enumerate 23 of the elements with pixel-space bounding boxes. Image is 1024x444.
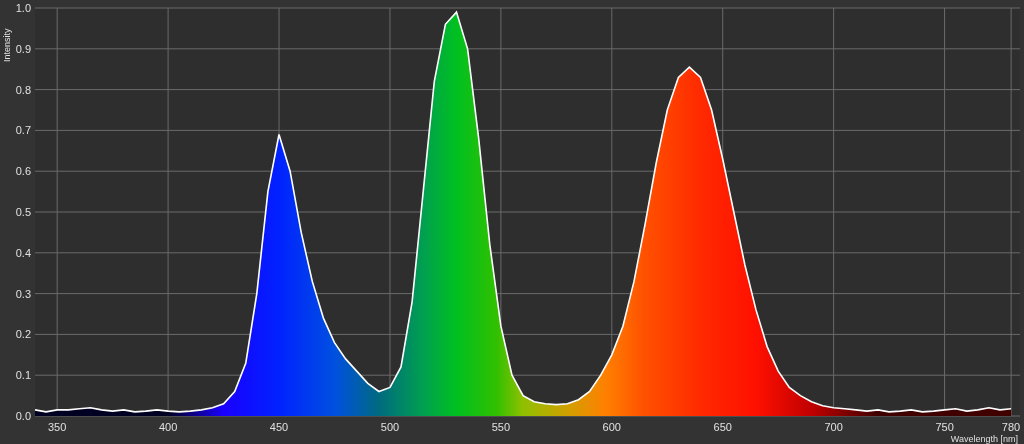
y-tick-label: 0.9	[15, 42, 31, 55]
x-tick-label: 600	[602, 421, 621, 433]
y-tick-label: 1.0	[15, 2, 31, 14]
x-tick-label: 750	[935, 421, 954, 433]
y-tick-label: 0.4	[15, 246, 31, 259]
y-tick-label: 0.7	[15, 124, 31, 137]
x-tick-label: 700	[824, 421, 843, 433]
x-axis-title: Wavelength [nm]	[950, 434, 1018, 444]
y-tick-label: 0.0	[15, 410, 31, 422]
x-tick-label: 400	[158, 421, 178, 433]
y-tick-label: 0.8	[15, 83, 31, 96]
y-axis-title: Intensity	[2, 28, 12, 62]
x-tick-label: 650	[713, 421, 732, 433]
x-tick-label: 350	[48, 421, 67, 433]
x-tick-label: 550	[491, 421, 511, 433]
y-tick-label: 0.6	[15, 165, 31, 178]
y-tick-label: 0.1	[15, 369, 31, 382]
y-tick-label: 0.3	[15, 287, 31, 300]
y-tick-label: 0.5	[15, 206, 31, 218]
x-tick-label: 450	[269, 421, 289, 433]
x-tick-label: 780	[1001, 421, 1021, 433]
x-tick-label: 500	[380, 421, 400, 433]
y-tick-label: 0.2	[15, 328, 31, 341]
